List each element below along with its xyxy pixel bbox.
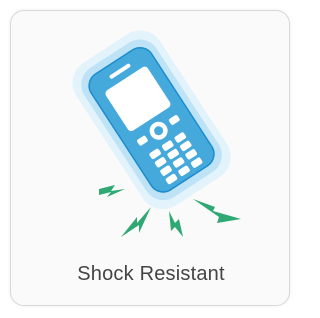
shock-bolt-icon-center-left xyxy=(121,207,151,237)
card-label: Shock Resistant xyxy=(77,263,225,285)
shock-bolt-icon-left xyxy=(99,185,125,197)
shock-bolt-icon-center xyxy=(169,211,183,237)
shock-bolt-icon-right xyxy=(193,199,241,223)
shock-resistant-phone-icon xyxy=(72,30,241,237)
shock-resistant-card[interactable]: Shock Resistant xyxy=(10,10,290,306)
